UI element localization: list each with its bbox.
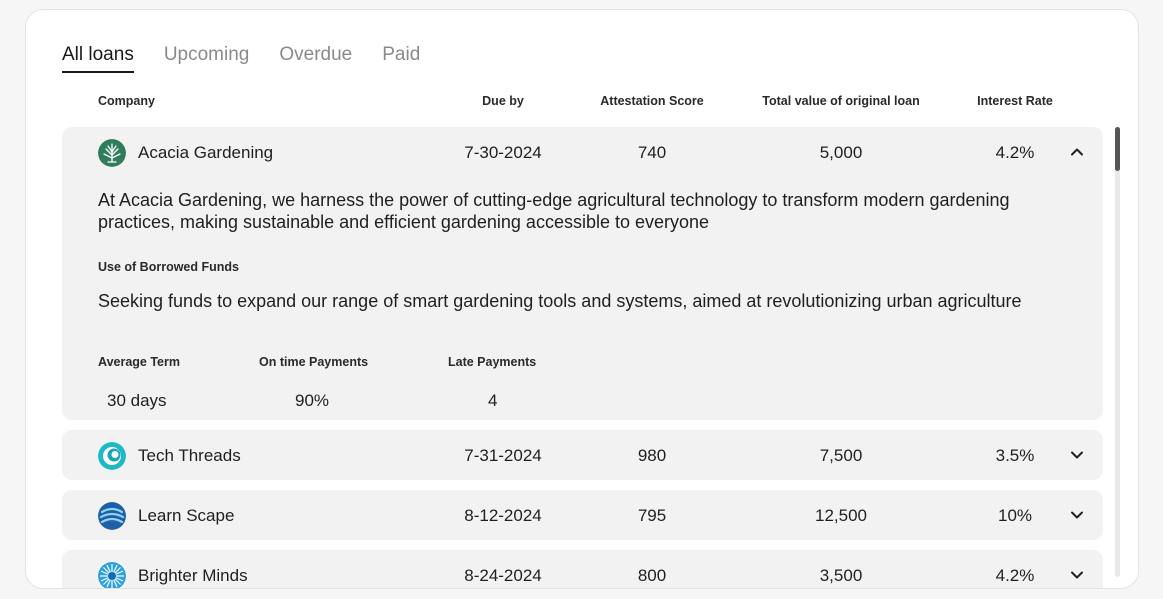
globe-stripes-icon <box>98 502 126 530</box>
table-row[interactable]: Learn Scape 8-12-2024 795 12,500 10% <box>62 490 1103 540</box>
late-payments-value: 4 <box>488 391 498 410</box>
swirl-icon <box>98 442 126 470</box>
on-time-payments-label: On time Payments <box>259 355 369 369</box>
total-value: 5,000 <box>819 143 863 162</box>
scrollbar[interactable] <box>1115 127 1120 577</box>
scrollbar-thumb[interactable] <box>1115 127 1120 171</box>
total-value: 3,500 <box>819 566 863 585</box>
attestation-score: 740 <box>637 143 667 162</box>
on-time-payments-value: 90% <box>295 391 330 410</box>
interest-rate: 10% <box>997 506 1033 525</box>
use-of-funds-label: Use of Borrowed Funds <box>98 260 239 274</box>
header-total-value[interactable]: Total value of original loan <box>762 94 919 108</box>
due-date: 7-31-2024 <box>464 446 542 465</box>
interest-rate: 3.5% <box>995 446 1035 465</box>
company-name: Brighter Minds <box>138 566 248 585</box>
late-payments-label: Late Payments <box>448 355 537 369</box>
interest-rate: 4.2% <box>995 143 1035 162</box>
chevron-up-icon[interactable] <box>1067 142 1087 162</box>
attestation-score: 980 <box>637 446 667 465</box>
total-value: 7,500 <box>819 446 863 465</box>
header-company[interactable]: Company <box>98 94 155 108</box>
due-date: 7-30-2024 <box>464 143 542 162</box>
attestation-score: 800 <box>637 566 667 585</box>
due-date: 8-24-2024 <box>464 566 542 585</box>
tab-overdue[interactable]: Overdue <box>279 44 352 73</box>
table-row[interactable]: Brighter Minds 8-24-2024 800 3,500 4.2% <box>62 550 1103 588</box>
table-row: Acacia Gardening 7-30-2024 740 5,000 4.2… <box>62 127 1103 420</box>
loans-card: All loans Upcoming Overdue Paid Company … <box>25 9 1139 589</box>
tab-paid[interactable]: Paid <box>382 44 420 73</box>
header-due-by[interactable]: Due by <box>482 94 524 108</box>
average-term-label: Average Term <box>98 355 180 369</box>
company-name: Acacia Gardening <box>138 143 274 162</box>
chevron-down-icon[interactable] <box>1067 445 1087 465</box>
company-description: At Acacia Gardening, we harness the powe… <box>98 190 1010 232</box>
attestation-score: 795 <box>637 506 667 525</box>
header-interest-rate[interactable]: Interest Rate <box>977 94 1053 108</box>
chevron-down-icon[interactable] <box>1067 565 1087 585</box>
row-summary[interactable]: Acacia Gardening 7-30-2024 740 5,000 4.2… <box>62 127 1103 177</box>
interest-rate: 4.2% <box>995 566 1035 585</box>
sunburst-icon <box>98 562 126 588</box>
tree-icon <box>98 139 126 167</box>
company-name: Tech Threads <box>138 446 241 465</box>
header-attestation-score[interactable]: Attestation Score <box>600 94 704 108</box>
chevron-down-icon[interactable] <box>1067 505 1087 525</box>
total-value: 12,500 <box>815 506 867 525</box>
use-of-funds-text: Seeking funds to expand our range of sma… <box>98 291 1022 311</box>
loan-tabs: All loans Upcoming Overdue Paid <box>62 44 420 73</box>
average-term-value: 30 days <box>107 391 167 410</box>
tab-upcoming[interactable]: Upcoming <box>164 44 250 73</box>
due-date: 8-12-2024 <box>464 506 542 525</box>
table-row[interactable]: Tech Threads 7-31-2024 980 7,500 3.5% <box>62 430 1103 480</box>
company-name: Learn Scape <box>138 506 235 525</box>
table-header: Company Due by Attestation Score Total v… <box>26 94 1138 112</box>
tab-all-loans[interactable]: All loans <box>62 44 134 73</box>
